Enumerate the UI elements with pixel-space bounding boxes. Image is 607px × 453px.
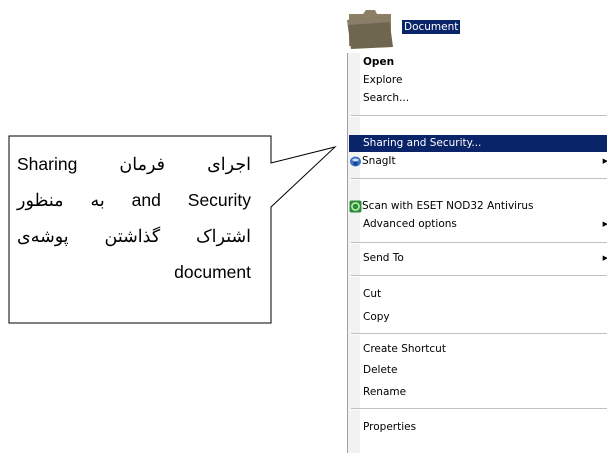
menu-item-search[interactable]: Search... bbox=[349, 90, 607, 107]
menu-item-label: Sharing and Security... bbox=[363, 137, 482, 149]
submenu-arrow-icon: ▶ bbox=[602, 254, 607, 262]
folder-name-label[interactable]: Document bbox=[402, 20, 461, 34]
menu-item-delete[interactable]: Delete bbox=[349, 362, 607, 379]
menu-item-label: Create Shortcut bbox=[363, 343, 446, 355]
menu-divider bbox=[351, 178, 607, 180]
menu-divider bbox=[351, 115, 607, 117]
menu-item-send-to[interactable]: Send To ▶ bbox=[349, 250, 607, 267]
menu-item-scan-eset[interactable]: Scan with ESET NOD32 Antivirus bbox=[349, 198, 607, 215]
menu-item-copy[interactable]: Copy bbox=[349, 309, 607, 326]
eset-icon bbox=[349, 200, 362, 213]
menu-item-label: Search... bbox=[363, 92, 410, 104]
menu-item-sharing-and-security[interactable]: Sharing and Security... bbox=[349, 135, 607, 152]
menu-item-label: SnagIt bbox=[362, 155, 396, 167]
menu-item-label: Explore bbox=[363, 74, 403, 86]
menu-item-properties[interactable]: Properties bbox=[349, 419, 607, 436]
menu-item-label: Properties bbox=[363, 421, 417, 433]
callout-text-line: اشتراک گذاشتن پوشه‌ی bbox=[17, 226, 251, 246]
menu-item-label: Open bbox=[363, 56, 395, 68]
menu-item-label: Rename bbox=[363, 386, 407, 398]
menu-item-label: Delete bbox=[363, 364, 398, 376]
snagit-icon bbox=[350, 156, 361, 167]
menu-divider bbox=[351, 333, 607, 335]
menu-item-label: Cut bbox=[363, 288, 382, 300]
menu-item-advanced-options[interactable]: Advanced options ▶ bbox=[349, 216, 607, 233]
callout-box: اجرای فرمان Sharing and Security به منظو… bbox=[9, 136, 271, 323]
menu-divider bbox=[351, 275, 607, 277]
menu-item-open[interactable]: Open bbox=[349, 54, 607, 71]
callout-text-line: document bbox=[174, 262, 251, 282]
folder-icon[interactable] bbox=[345, 6, 395, 50]
menu-item-rename[interactable]: Rename bbox=[349, 384, 607, 401]
menu-item-snagit[interactable]: SnagIt ▶ bbox=[349, 153, 607, 170]
menu-divider bbox=[351, 242, 607, 244]
menu-item-label: Send To bbox=[363, 252, 404, 264]
callout-text-line: اجرای فرمان Sharing bbox=[17, 154, 251, 174]
menu-item-label: Advanced options bbox=[363, 218, 457, 230]
context-menu: Open Explore Search... Sharing and Secur… bbox=[347, 53, 607, 453]
submenu-arrow-icon: ▶ bbox=[602, 157, 607, 165]
menu-item-label: Copy bbox=[363, 311, 390, 323]
menu-item-explore[interactable]: Explore bbox=[349, 72, 607, 89]
callout-text-line: and Security به منظور bbox=[17, 190, 251, 210]
submenu-arrow-icon: ▶ bbox=[602, 220, 607, 228]
menu-divider bbox=[351, 408, 607, 410]
menu-item-create-shortcut[interactable]: Create Shortcut bbox=[349, 341, 607, 358]
menu-item-cut[interactable]: Cut bbox=[349, 286, 607, 303]
menu-item-label: Scan with ESET NOD32 Antivirus bbox=[362, 200, 534, 212]
